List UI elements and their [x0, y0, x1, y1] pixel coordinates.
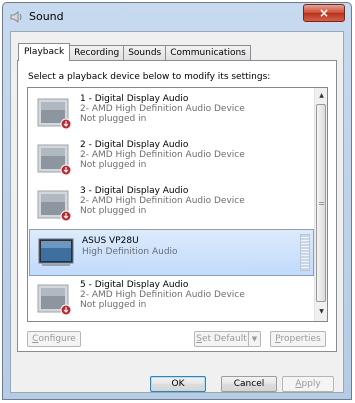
ok-button[interactable]: OK [150, 376, 206, 392]
device-description: 2- AMD High Definition Audio Device [80, 196, 245, 206]
scroll-thumb[interactable] [316, 104, 326, 302]
instruction-text: Select a playback device below to modify… [28, 72, 271, 82]
tab-sounds[interactable]: Sounds [123, 45, 167, 60]
speaker-unplugged-icon [37, 190, 72, 222]
device-name: ASUS VP28U [82, 236, 139, 246]
grip-icon [319, 202, 324, 206]
cancel-button[interactable]: Cancel [221, 376, 277, 392]
tab-communications[interactable]: Communications [165, 45, 251, 60]
device-description: 2- AMD High Definition Audio Device [80, 290, 245, 300]
sound-dialog: Sound × Playback Recording Sounds Commun… [2, 2, 352, 400]
list-item[interactable]: 3 - Digital Display Audio 2- AMD High De… [28, 182, 315, 229]
speaker-unplugged-icon [37, 284, 72, 316]
title-bar[interactable]: Sound × [3, 3, 351, 30]
dialog-client-area: Playback Recording Sounds Communications… [10, 31, 344, 393]
device-status: Not plugged in [80, 114, 147, 124]
tab-strip: Playback Recording Sounds Communications [18, 43, 251, 61]
scroll-down-arrow-icon[interactable]: ▼ [316, 305, 327, 319]
close-icon: × [318, 6, 330, 20]
list-item[interactable]: 1 - Digital Display Audio 2- AMD High De… [28, 90, 315, 137]
tab-playback[interactable]: Playback [18, 43, 71, 61]
list-item[interactable]: 5 - Digital Display Audio 2- AMD High De… [28, 276, 315, 321]
window-title: Sound [29, 10, 64, 23]
close-button[interactable]: × [303, 4, 345, 22]
speaker-unplugged-icon [37, 144, 72, 176]
device-description: 2- AMD High Definition Audio Device [80, 104, 245, 114]
playback-device-list[interactable]: 1 - Digital Display Audio 2- AMD High De… [27, 87, 328, 322]
device-name: 1 - Digital Display Audio [80, 94, 189, 104]
scroll-up-arrow-icon[interactable]: ▲ [316, 89, 327, 103]
speaker-icon [10, 11, 22, 23]
monitor-icon [38, 238, 74, 266]
tab-recording[interactable]: Recording [69, 45, 125, 60]
apply-button[interactable]: Apply [282, 376, 334, 392]
playback-panel: Select a playback device below to modify… [17, 60, 337, 352]
set-default-button[interactable]: Set Default [194, 331, 249, 347]
set-default-dropdown-button[interactable]: ▼ [248, 331, 261, 347]
vertical-scrollbar[interactable]: ▲ ▼ [314, 88, 327, 321]
device-name: 3 - Digital Display Audio [80, 186, 189, 196]
chevron-down-icon: ▼ [251, 335, 258, 343]
list-item-selected[interactable]: ASUS VP28U High Definition Audio [29, 229, 314, 276]
volume-level-meter [300, 234, 310, 271]
configure-button[interactable]: Configure [27, 331, 81, 347]
speaker-unplugged-icon [37, 98, 72, 130]
device-status: Not plugged in [80, 206, 147, 216]
properties-button[interactable]: Properties [270, 331, 326, 347]
device-status: Not plugged in [80, 300, 147, 310]
device-name: 2 - Digital Display Audio [80, 140, 189, 150]
device-status: Not plugged in [80, 160, 147, 170]
device-name: 5 - Digital Display Audio [80, 280, 189, 290]
device-description: High Definition Audio [82, 247, 178, 257]
device-description: 2- AMD High Definition Audio Device [80, 150, 245, 160]
list-item[interactable]: 2 - Digital Display Audio 2- AMD High De… [28, 136, 315, 183]
